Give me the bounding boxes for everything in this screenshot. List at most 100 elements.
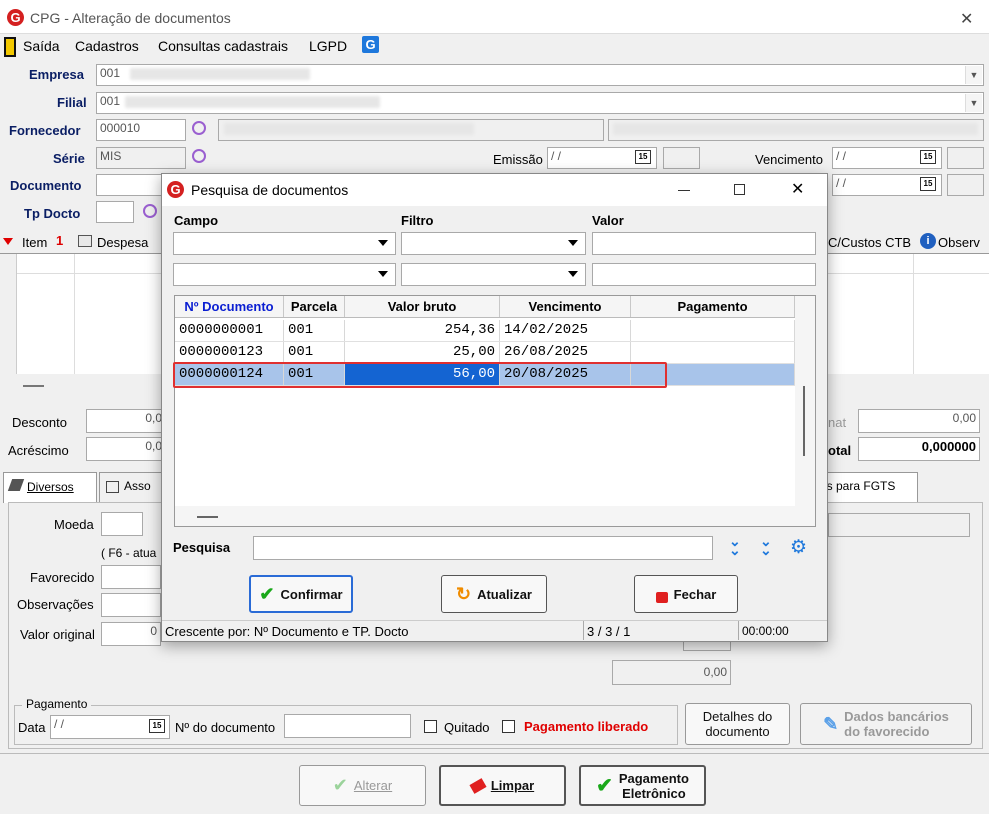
status-time: 00:00:00 [742, 624, 789, 638]
results-hscroll-thumb[interactable] [197, 516, 218, 518]
fechar-button[interactable]: Fechar [634, 575, 738, 613]
result-cell-parcela[interactable]: 001 [284, 342, 345, 363]
result-cell-parcela[interactable]: 001 [284, 320, 345, 341]
quitado-checkbox[interactable] [424, 720, 437, 733]
menu-cadastros[interactable]: Cadastros [75, 38, 139, 54]
result-cell-venc[interactable]: 26/08/2025 [500, 342, 631, 363]
results-hscroll[interactable] [175, 506, 795, 526]
grid-hscroll-thumb[interactable] [23, 385, 44, 387]
data-label: Data [18, 720, 46, 735]
dialog-maximize-button[interactable] [734, 184, 745, 195]
limpar-label: Limpar [490, 778, 535, 793]
result-row[interactable]: 0000000123 001 25,00 26/08/2025 [175, 342, 795, 364]
favorecido-label: Favorecido [30, 570, 95, 585]
search-dialog: G Pesquisa de documentos ✕ Campo Filtro … [161, 173, 828, 642]
liberado-checkbox[interactable] [502, 720, 515, 733]
moeda-field[interactable] [101, 512, 143, 536]
result-cell-pag[interactable] [631, 342, 795, 363]
data-calendar-icon[interactable]: 15 [149, 719, 165, 733]
valor-field-1[interactable] [592, 232, 816, 255]
fornecedor-field[interactable]: 000010 [96, 119, 186, 141]
header-valor[interactable]: Valor bruto [345, 296, 500, 317]
tab-fgts[interactable]: os para FGTS [814, 472, 918, 502]
vencimento-calendar-icon[interactable]: 15 [920, 150, 936, 164]
campo-select-1[interactable] [173, 232, 396, 255]
header-pagamento[interactable]: Pagamento [631, 296, 795, 317]
settings-gear-icon[interactable]: ⚙ [790, 538, 807, 557]
valor-field-2[interactable] [592, 263, 816, 286]
pagamento-eletronico-button[interactable]: ✔ Pagamento Eletrônico [579, 765, 706, 806]
ndoc-field[interactable] [284, 714, 411, 738]
menu-consultas[interactable]: Consultas cadastrais [158, 38, 288, 54]
acrescimo-field[interactable]: 0,0 [86, 437, 166, 461]
serie-search-icon[interactable] [192, 149, 206, 163]
campo-select-1-arrow-icon[interactable] [378, 240, 388, 246]
emissao-label: Emissão [493, 152, 543, 167]
atualizar-button[interactable]: ↻ Atualizar [441, 575, 547, 613]
result-cell-doc[interactable]: 0000000001 [175, 320, 284, 341]
confirmar-button[interactable]: ✔ Confirmar [249, 575, 353, 613]
campo-select-2-arrow-icon[interactable] [378, 271, 388, 277]
result-cell-pag[interactable] [631, 320, 795, 341]
alterar-button: ✔ Alterar [299, 765, 426, 806]
doc-search-icon [106, 480, 119, 493]
fechar-label: Fechar [673, 586, 717, 602]
date2-calendar-icon[interactable]: 15 [920, 177, 936, 191]
emissao-calendar-icon[interactable]: 15 [635, 150, 651, 164]
header-ndocumento[interactable]: Nº Documento [175, 296, 284, 317]
tab-asso[interactable]: Asso [99, 472, 165, 502]
double-chevron-down-icon[interactable]: ⌄ ⌄ [729, 534, 741, 557]
grid-col-ccustos[interactable]: C/Custos CTB [828, 235, 911, 250]
menu-lgpd[interactable]: LGPD [309, 38, 347, 54]
dialog-logo-icon: G [167, 181, 184, 198]
chevron-to-end-icon[interactable]: ⌄ ⌄ [760, 534, 772, 557]
filial-dropdown[interactable]: ▼ [965, 94, 982, 112]
fornecedor-search-icon[interactable] [192, 121, 206, 135]
grid-col-despesa[interactable]: Despesa [97, 235, 148, 250]
nat-field[interactable]: 0,00 [858, 409, 980, 433]
eraser-icon [469, 777, 487, 794]
grid-row-indicator [0, 254, 17, 374]
serie-field[interactable]: MIS [96, 147, 186, 169]
valor-original-field[interactable]: 0 [101, 622, 161, 646]
result-row[interactable]: 0000000001 001 254,36 14/02/2025 [175, 320, 795, 342]
results-vscroll-thumb[interactable] [803, 386, 805, 456]
result-cell-valor[interactable]: 25,00 [345, 342, 500, 363]
observacoes-field[interactable] [101, 593, 161, 617]
tpdocto-search-icon[interactable] [143, 204, 157, 218]
tpdocto-label: Tp Docto [24, 206, 81, 221]
filtro-select-2[interactable] [401, 263, 586, 286]
favorecido-field[interactable] [101, 565, 161, 589]
tpdocto-field[interactable] [96, 201, 134, 223]
tab-diversos[interactable]: Diversos [3, 472, 97, 503]
bancarios-line2: do favorecido [844, 724, 930, 739]
result-cell-doc[interactable]: 0000000123 [175, 342, 284, 363]
result-cell-valor[interactable]: 254,36 [345, 320, 500, 341]
campo-select-2[interactable] [173, 263, 396, 286]
results-vscroll[interactable] [795, 296, 815, 526]
window-close-button[interactable]: ✕ [960, 9, 973, 29]
result-cell-venc[interactable]: 14/02/2025 [500, 320, 631, 341]
vencimento-label: Vencimento [755, 152, 823, 167]
filtro-select-2-arrow-icon[interactable] [568, 271, 578, 277]
g-help-icon[interactable]: G [362, 36, 379, 53]
dialog-close-button[interactable]: ✕ [791, 179, 804, 199]
filtro-select-1[interactable] [401, 232, 586, 255]
menu-saida[interactable]: Saída [23, 38, 60, 54]
empresa-dropdown[interactable]: ▼ [965, 66, 982, 84]
dialog-minimize-button[interactable] [678, 190, 690, 191]
detalhes-documento-button[interactable]: Detalhes do documento [685, 703, 790, 745]
header-parcela[interactable]: Parcela [284, 296, 345, 317]
grid-col-observ[interactable]: Observ [938, 235, 980, 250]
header-vencimento[interactable]: Vencimento [500, 296, 631, 317]
confirmar-check-icon: ✔ [259, 583, 275, 604]
documento-field[interactable] [96, 174, 166, 196]
valor-label: Valor [592, 213, 624, 228]
limpar-button[interactable]: Limpar [439, 765, 566, 806]
pesquisa-field[interactable] [253, 536, 713, 560]
exit-icon [4, 37, 16, 57]
filtro-select-1-arrow-icon[interactable] [568, 240, 578, 246]
total-field: 0,000000 [858, 437, 980, 461]
grid-col-item[interactable]: Item [22, 235, 47, 250]
desconto-field[interactable]: 0,0 [86, 409, 166, 433]
